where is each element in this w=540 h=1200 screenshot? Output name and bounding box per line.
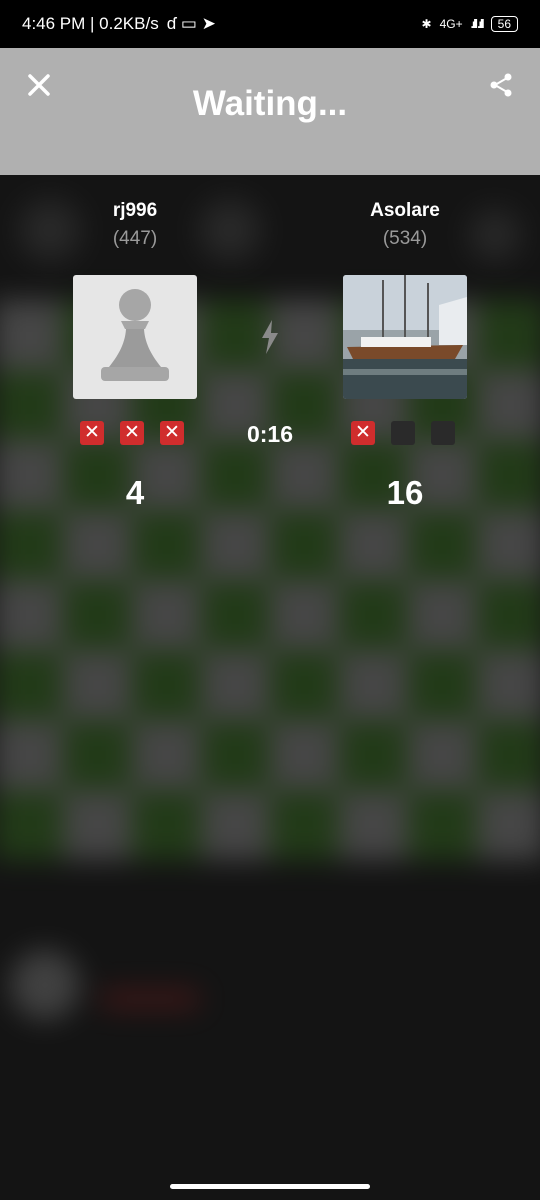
pawn-avatar-icon — [101, 289, 169, 381]
player-right-marks: ✕ — [351, 421, 455, 445]
game-timer: 0:16 — [246, 421, 294, 447]
signal-strength-icon: .ıll .ıll — [470, 17, 485, 31]
fail-mark-icon: ✕ — [80, 421, 104, 445]
share-icon — [490, 73, 512, 97]
blurred-chessboard-background — [0, 0, 540, 1200]
lightning-bolt-icon — [262, 320, 278, 354]
player-right-info: Asolare (534) — [342, 200, 468, 250]
share-button[interactable] — [488, 72, 514, 98]
bluetooth-icon: ✱ — [421, 17, 432, 31]
fail-mark-icon: ✕ — [351, 421, 375, 445]
status-time-speed: 4:46 PM | 0.2KB/s — [22, 14, 159, 33]
game-mode-indicator — [258, 320, 282, 354]
fail-mark-icon: ✕ — [160, 421, 184, 445]
player-left-score: 4 — [125, 474, 145, 511]
blurred-bottom-bar — [0, 930, 540, 1050]
home-indicator[interactable] — [170, 1184, 370, 1189]
fail-mark-icon: ✕ — [120, 421, 144, 445]
sailboat-photo-avatar — [343, 275, 467, 399]
player-right-name: Asolare — [370, 200, 440, 221]
player-left-marks: ✕ ✕ ✕ — [80, 421, 184, 445]
battery-indicator: 56 — [490, 16, 518, 32]
empty-mark-slot — [431, 421, 455, 445]
player-left-info: rj996 (447) — [72, 200, 198, 250]
player-left-rating: (447) — [112, 228, 158, 249]
status-bar: 4:46 PM | 0.2KB/s ɗ ▭ ➤ ✱ 4G+ .ıll .ıll … — [0, 0, 540, 48]
notification-icons: ɗ ▭ ➤ — [166, 14, 216, 33]
player-right-score: 16 — [386, 474, 424, 511]
header: Waiting... — [0, 48, 540, 175]
player-right-avatar[interactable] — [343, 275, 467, 399]
page-title: Waiting... — [192, 84, 348, 123]
player-left-name: rj996 — [112, 200, 158, 221]
network-label: 4G+ — [439, 17, 463, 31]
player-left-avatar[interactable] — [73, 275, 197, 399]
player-right-rating: (534) — [382, 228, 428, 249]
empty-mark-slot — [391, 421, 415, 445]
